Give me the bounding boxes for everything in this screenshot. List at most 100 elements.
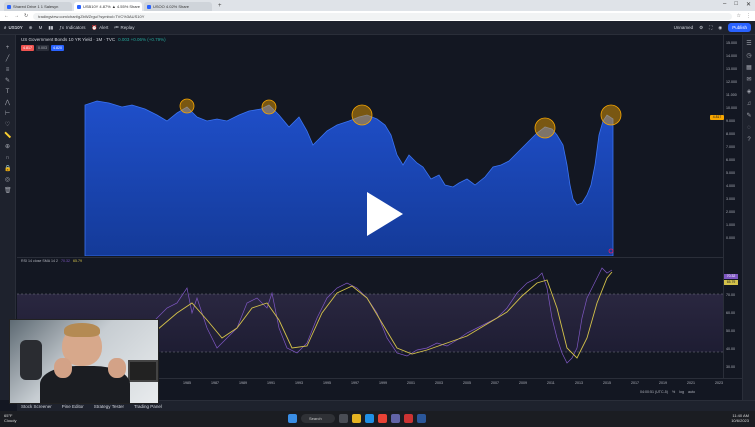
play-icon[interactable] <box>365 190 405 238</box>
price-tick: 3.000 <box>726 197 735 201</box>
chrome-icon[interactable] <box>378 414 387 423</box>
calendar-icon[interactable]: ▦ <box>746 65 752 71</box>
clock-icon[interactable]: ◷ <box>746 53 751 59</box>
alert-button[interactable]: ⏰ Alert <box>92 25 109 31</box>
heart-icon[interactable]: ♡ <box>4 122 11 128</box>
time-tick: 2019 <box>659 381 667 385</box>
magnet-icon[interactable]: ∩ <box>4 155 11 161</box>
alarm-icon: ⏰ <box>91 24 98 30</box>
help-icon[interactable]: ? <box>747 137 750 143</box>
word-icon[interactable] <box>417 414 426 423</box>
auto-toggle[interactable]: auto <box>688 390 695 394</box>
system-clock[interactable]: 11:40 AM 10/6/2023 <box>731 413 749 423</box>
measure-icon[interactable]: ⊢ <box>4 111 11 117</box>
star-icon[interactable]: ☆ <box>737 13 741 19</box>
time-tick: 2017 <box>631 381 639 385</box>
brush-icon[interactable]: ✎ <box>4 78 11 84</box>
crosshair-icon[interactable]: + <box>4 45 11 51</box>
app-icon[interactable] <box>404 414 413 423</box>
save-layout-button[interactable]: Unnamed <box>674 25 694 30</box>
weather-desc: Cloudy <box>4 418 17 423</box>
rsi-sma-value: 65.79 <box>72 259 82 263</box>
tab-strategy-tester[interactable]: Strategy Tester <box>94 404 124 409</box>
close-icon[interactable]: ✕ <box>746 1 751 8</box>
log-toggle[interactable]: log <box>679 390 684 394</box>
indicators-button[interactable]: ƒx Indicators <box>59 25 85 30</box>
tab-stock-screener[interactable]: Stock Screener <box>21 404 52 409</box>
peak-marker-2 <box>261 99 277 115</box>
notes-icon[interactable]: ✎ <box>746 113 751 119</box>
bid-badge[interactable]: 4.817 <box>21 45 34 51</box>
price-axis[interactable]: 15.000 14.000 13.000 12.000 11.000 10.00… <box>723 35 742 378</box>
price-tick: 13.000 <box>726 67 737 71</box>
forward-icon[interactable]: → <box>14 13 19 19</box>
time-tick: 1995 <box>323 381 331 385</box>
minimize-icon[interactable]: – <box>723 1 726 8</box>
address-bar: ← → ↻ tradingview.com/chart/gZbWZrgu/?sy… <box>0 11 755 21</box>
menu-icon[interactable]: ⋮ <box>746 13 751 19</box>
new-tab-button[interactable]: + <box>214 2 226 11</box>
ruler-icon[interactable]: 📏 <box>4 133 11 139</box>
tab-pine-editor[interactable]: Pine Editor <box>62 404 84 409</box>
presenter-right-hand <box>108 358 126 378</box>
rsi-label: RSI 14 close SMA 14 2 <box>21 259 58 263</box>
camera-icon[interactable]: ◉ <box>718 25 722 31</box>
chart-type-icon[interactable]: ▮▮ <box>48 25 53 31</box>
time-tick: 2003 <box>435 381 443 385</box>
task-view-icon[interactable] <box>339 414 348 423</box>
time-tick: 2009 <box>519 381 527 385</box>
trendline-icon[interactable]: ╱ <box>4 56 11 62</box>
time-tick: 2013 <box>575 381 583 385</box>
streams-icon[interactable]: ◌ <box>747 125 751 131</box>
symbol-search[interactable]: ⌕ US10Y <box>4 25 23 30</box>
percent-toggle[interactable]: % <box>672 390 675 394</box>
rsi-tick: 40.00 <box>726 347 735 351</box>
reload-icon[interactable]: ↻ <box>24 13 28 19</box>
lock-icon[interactable]: 🔒 <box>4 166 11 172</box>
horizontal-lines-icon[interactable]: ≡ <box>4 67 11 73</box>
pattern-icon[interactable]: ⋀ <box>4 100 11 106</box>
background-monitor <box>128 360 158 382</box>
time-tick: 1985 <box>183 381 191 385</box>
time-tick: 1999 <box>379 381 387 385</box>
price-tick: 14.000 <box>726 54 737 58</box>
replay-button[interactable]: ⏮ Replay <box>114 25 134 30</box>
price-tick: 1.000 <box>726 223 735 227</box>
publish-button[interactable]: Publish <box>728 23 751 32</box>
settings-icon[interactable]: ⚙ <box>699 25 703 31</box>
edge-icon[interactable] <box>365 414 374 423</box>
rsi-sma-value-label: 65.79 <box>724 280 738 285</box>
browser-tab-2[interactable]: USB10Y 4.87% ▲ 4.55% Share <box>74 2 142 11</box>
chat-icon[interactable]: ✉ <box>746 77 751 83</box>
taskbar: 65°F Cloudy Search 11:40 AM 10/6/2023 <box>0 411 755 427</box>
watchlist-icon[interactable]: ☰ <box>746 41 751 47</box>
eye-icon[interactable]: ◎ <box>4 177 11 183</box>
add-symbol-icon[interactable]: ⊕ <box>29 25 33 31</box>
ask-badge[interactable]: 4.820 <box>51 45 64 51</box>
ohlc-badges: 4.817 0.003 4.820 <box>21 45 64 51</box>
rsi-legend: RSI 14 close SMA 14 2 70.32 65.79 <box>21 259 82 263</box>
url-field[interactable]: tradingview.com/chart/gZbWZrgu/?symbol=T… <box>33 12 732 20</box>
browser-tab-1[interactable]: Shared Drive 1 1 Salesyn <box>4 2 72 11</box>
text-icon[interactable]: T <box>4 89 11 95</box>
maximize-icon[interactable]: □ <box>734 1 738 8</box>
peak-marker-3 <box>351 104 373 126</box>
zoom-icon[interactable]: ⊕ <box>4 144 11 150</box>
teams-icon[interactable] <box>391 414 400 423</box>
windows-start-icon[interactable] <box>288 414 297 423</box>
weather-widget[interactable]: 65°F Cloudy <box>4 413 16 423</box>
interval-icon[interactable]: M <box>39 25 43 30</box>
trash-icon[interactable]: 🗑 <box>4 188 12 194</box>
ideas-icon[interactable]: ◈ <box>747 89 752 95</box>
rsi-value: 70.32 <box>60 259 70 263</box>
file-explorer-icon[interactable] <box>352 414 361 423</box>
price-tick: 0.000 <box>726 236 735 240</box>
browser-tab-3[interactable]: USOO 4.02% Share <box>144 2 212 11</box>
tab-trading-panel[interactable]: Trading Panel <box>134 404 162 409</box>
favicon-icon <box>147 4 151 9</box>
fullscreen-icon[interactable]: ⛶ <box>709 25 712 30</box>
bell-icon[interactable]: ♫ <box>747 101 752 107</box>
back-icon[interactable]: ← <box>4 13 9 19</box>
taskbar-search[interactable]: Search <box>301 414 335 423</box>
peak-marker-5 <box>600 104 622 126</box>
